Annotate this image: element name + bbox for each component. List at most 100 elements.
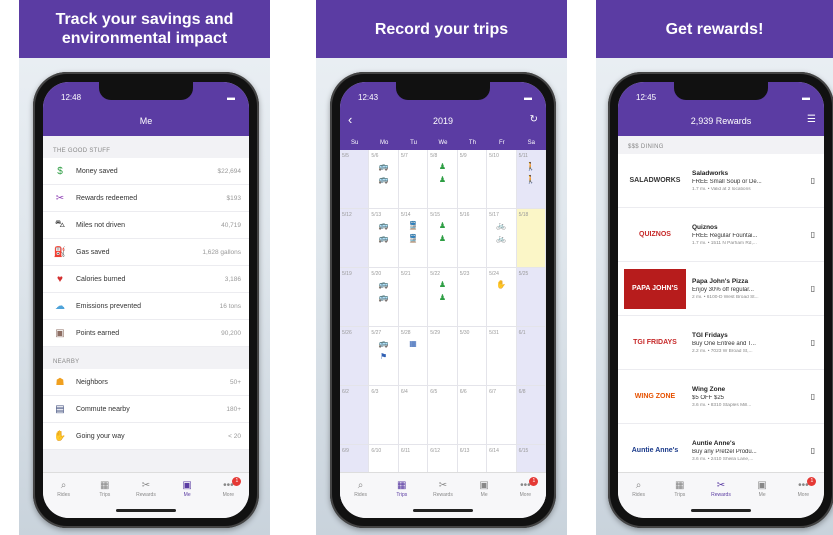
tab-me[interactable]: ▣ Me [172, 479, 202, 518]
calendar-day[interactable]: 6/5 [428, 386, 458, 445]
calendar-day[interactable]: 6/8 [516, 386, 546, 445]
back-chevron-icon[interactable]: ‹ [348, 112, 352, 127]
day-number: 5/20 [371, 271, 382, 277]
nav-bar: Me [43, 106, 249, 136]
calendar-day[interactable]: 5/23 [457, 268, 488, 327]
calendar-day[interactable]: 6/1 [516, 327, 546, 386]
calendar-day[interactable]: 5/18 [516, 209, 546, 268]
calendar-day[interactable]: 5/8 ♟ ♟ [428, 150, 458, 209]
stat-row[interactable]: ▣ Points earned 90,200 [43, 320, 249, 347]
tab-rewards[interactable]: ✂ Rewards [428, 479, 458, 518]
nearby-list: ☗ Neighbors 50+ ▤ Commute nearby 180+ ✋ Going y… [43, 369, 249, 450]
calendar-day[interactable]: 5/24 ✋ [487, 268, 517, 327]
calendar-day[interactable]: 5/14 🚆 🚆 [398, 209, 429, 268]
search-icon: ⌕ [357, 480, 364, 491]
tab-rewards[interactable]: ✂ Rewards [131, 479, 161, 518]
reward-row[interactable]: SALADWORKS Saladworks FREE Small Soup or D… [618, 154, 824, 208]
tab-rides[interactable]: ⌕ Rides [49, 479, 79, 518]
stat-row[interactable]: ✂ Rewards redeemed $193 [43, 185, 249, 212]
nav-bar: 2,939 Rewards ☰ [618, 106, 824, 136]
day-number: 6/15 [518, 448, 529, 454]
calendar-day[interactable]: 5/22 ♟ ♟ [428, 268, 458, 327]
calendar-day[interactable]: 6/7 [487, 386, 517, 445]
tab-trips[interactable]: ▦ Trips [665, 479, 695, 518]
calendar-day[interactable]: 5/7 [398, 150, 429, 209]
calendar-day[interactable]: 5/9 [457, 150, 488, 209]
calendar-day[interactable]: 5/12 [340, 209, 370, 268]
reward-row[interactable]: Auntie Anne's Auntie Anne's Buy any Pretze… [618, 424, 824, 478]
tab-me[interactable]: ▣ Me [747, 479, 777, 518]
stat-row[interactable]: ✋ Going your way < 20 [43, 423, 249, 450]
calendar-day[interactable]: 5/29 [428, 327, 458, 386]
weekday-label: Sa [527, 140, 535, 146]
reward-row[interactable]: PAPA JOHN'S Papa John's Pizza Enjoy 30% of… [618, 262, 824, 316]
calendar-day[interactable]: 5/30 [457, 327, 488, 386]
calendar-day[interactable]: 5/13 🚌 🚌 [369, 209, 399, 268]
tab-me[interactable]: ▣ Me [469, 479, 499, 518]
reward-text: TGI Fridays Buy One Entree and T... 2.2 mi… [692, 332, 808, 354]
page-title: Me [139, 116, 153, 126]
tab-trips[interactable]: ▦ Trips [90, 479, 120, 518]
tab-more[interactable]: ••• More 1 [788, 477, 818, 518]
calendar-day[interactable]: 5/10 [487, 150, 517, 209]
calendar-day[interactable]: 5/31 [487, 327, 517, 386]
stat-row[interactable]: ☗ Neighbors 50+ [43, 369, 249, 396]
calendar-day[interactable]: 5/21 [398, 268, 429, 327]
weekday-label: Fr [499, 140, 505, 146]
day-number: 5/28 [400, 330, 411, 336]
trip-mode-icon: ♟ [438, 221, 447, 230]
home-indicator [691, 509, 751, 512]
calendar-day[interactable]: 5/17 🚲 🚲 [487, 209, 517, 268]
stat-row[interactable]: ⛽ Gas saved 1,628 gallons [43, 239, 249, 266]
calendar-day[interactable]: 5/5 [340, 150, 370, 209]
calendar-day[interactable]: 6/3 [369, 386, 399, 445]
calendar-day[interactable]: 5/25 [516, 268, 546, 327]
nav-bar: ‹ 2019 ↻ [340, 106, 546, 136]
day-number: 5/13 [371, 212, 382, 218]
reward-row[interactable]: TGI FRIDAYS TGI Fridays Buy One Entree and… [618, 316, 824, 370]
tab-more[interactable]: ••• More 1 [213, 477, 243, 518]
day-number: 6/4 [400, 389, 408, 395]
stat-value: 1,628 gallons [202, 248, 241, 256]
calendar-day[interactable]: 6/6 [457, 386, 488, 445]
tab-rides[interactable]: ⌕ Rides [346, 479, 376, 518]
day-number: 6/11 [400, 448, 411, 454]
day-number: 5/16 [459, 212, 470, 218]
stat-label: Points earned [76, 329, 120, 337]
calendar-day[interactable]: 5/15 ♟ ♟ [428, 209, 458, 268]
calendar-day[interactable]: 5/27 🚌 ⚑ [369, 327, 399, 386]
phone-notch [674, 82, 768, 100]
tab-rides[interactable]: ⌕ Rides [624, 479, 654, 518]
filter-icon[interactable]: ☰ [807, 114, 816, 125]
calendar-day[interactable]: 5/11 🚶 🚶 [516, 150, 546, 209]
reward-row[interactable]: QUIZNOS Quiznos FREE Regular Fountai... 1.7… [618, 208, 824, 262]
tab-more[interactable]: ••• More 1 [510, 477, 540, 518]
trip-mode-icon: ♟ [438, 293, 447, 302]
calendar-day[interactable]: 5/26 [340, 327, 370, 386]
calendar-day[interactable]: 5/19 [340, 268, 370, 327]
reward-name: Saladworks [692, 169, 729, 177]
tab-trips[interactable]: ▦ Trips [387, 479, 417, 518]
stat-row[interactable]: ⛍ Miles not driven 40,719 [43, 212, 249, 239]
day-number: 5/19 [342, 271, 352, 277]
dollar-icon: $ [57, 165, 63, 177]
stat-row[interactable]: $ Money saved $22,694 [43, 158, 249, 185]
calendar-day[interactable]: 5/6 🚌 🚌 [369, 150, 399, 209]
tab-rewards[interactable]: ✂ Rewards [706, 479, 736, 518]
calendar-day[interactable]: 6/2 [340, 386, 370, 445]
stat-row[interactable]: ▤ Commute nearby 180+ [43, 396, 249, 423]
stat-row[interactable]: ♥ Calories burned 3,186 [43, 266, 249, 293]
trip-mode-icon: ✋ [496, 280, 507, 289]
calendar-day[interactable]: 5/16 [457, 209, 488, 268]
calendar-day[interactable]: 5/28 ▦ [398, 327, 429, 386]
reward-logo: QUIZNOS [624, 214, 686, 255]
reward-deal: FREE Small Soup or De... [692, 178, 762, 185]
calendar-day[interactable]: 5/20 🚌 🚌 [369, 268, 399, 327]
phone-icon: ▯ [810, 230, 816, 239]
stat-row[interactable]: ☁ Emissions prevented 16 tons [43, 293, 249, 320]
calendar-day[interactable]: 6/4 [398, 386, 429, 445]
stat-label: Commute nearby [76, 405, 130, 413]
refresh-icon[interactable]: ↻ [530, 114, 538, 125]
id-card-icon: ▣ [757, 480, 767, 491]
reward-row[interactable]: WING ZONE Wing Zone $5 OFF $25 3.6 mi. • 83… [618, 370, 824, 424]
